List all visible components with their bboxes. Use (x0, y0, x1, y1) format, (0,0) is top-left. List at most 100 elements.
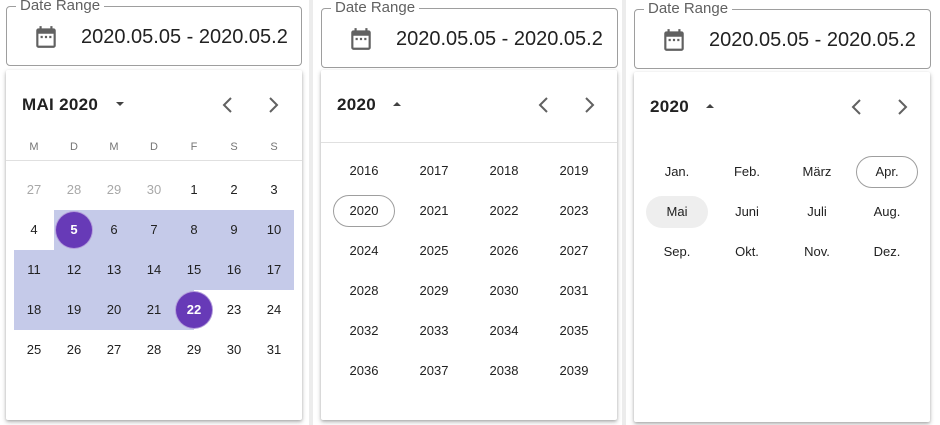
day-cell[interactable]: 28 (134, 330, 174, 370)
selected-day[interactable]: 5 (56, 212, 92, 248)
caret-up-icon[interactable] (705, 102, 715, 110)
selected-month[interactable]: Mai (646, 196, 708, 228)
day-cell[interactable]: 16 (214, 250, 254, 290)
day-cell[interactable]: 10 (254, 210, 294, 250)
calendar-icon[interactable] (661, 27, 687, 53)
year-cell[interactable]: 2021 (403, 195, 465, 227)
day-cell[interactable]: 12 (54, 250, 94, 290)
day-cell[interactable]: 20 (94, 290, 134, 330)
chevron-left-icon[interactable] (532, 93, 556, 117)
day-cell[interactable]: 28 (54, 170, 94, 210)
year-cell[interactable]: 2033 (403, 315, 465, 347)
date-range-field[interactable]: Date Range 2020.05.05 - 2020.05.2 (634, 0, 931, 69)
weekday-label: F (190, 141, 198, 153)
year-title[interactable]: 2020 (650, 96, 689, 118)
year-cell[interactable]: 2025 (403, 235, 465, 267)
day-cell[interactable]: 23 (214, 290, 254, 330)
day-cell[interactable]: 27 (14, 170, 54, 210)
calendar-header: 2020 (321, 70, 617, 143)
year-cell[interactable]: 2022 (473, 195, 535, 227)
chevron-left-icon[interactable] (216, 93, 240, 117)
year-cell[interactable]: 2026 (473, 235, 535, 267)
selected-year[interactable]: 2020 (333, 195, 395, 227)
current-month[interactable]: Apr. (856, 156, 918, 188)
month-cell[interactable]: Sep. (646, 236, 708, 268)
year-cell[interactable]: 2016 (333, 155, 395, 187)
day-cell[interactable]: 31 (254, 330, 294, 370)
year-cell[interactable]: 2027 (543, 235, 605, 267)
year-cell[interactable]: 2017 (403, 155, 465, 187)
year-cell[interactable]: 2024 (333, 235, 395, 267)
weekday-label: S (230, 141, 238, 153)
chevron-right-icon[interactable] (577, 93, 601, 117)
month-cell[interactable]: Juni (716, 196, 778, 228)
calendar-icon[interactable] (33, 24, 59, 50)
month-year-title[interactable]: MAI 2020 (22, 94, 98, 116)
year-title[interactable]: 2020 (337, 94, 376, 116)
day-cell[interactable]: 26 (54, 330, 94, 370)
day-cell[interactable]: 19 (54, 290, 94, 330)
calendar-month-popup: 2020 Jan. Feb. März Apr. Mai Juni Juli Aug. Sep.… (634, 72, 930, 422)
year-cell[interactable]: 2030 (473, 275, 535, 307)
calendar-day-popup: MAI 2020 MDMDFSS 27 28 29 30 1 2 3 4 5 6 7 8 9 10 11 12… (6, 70, 302, 420)
day-cell[interactable]: 29 (94, 170, 134, 210)
day-cell[interactable]: 27 (94, 330, 134, 370)
year-cell[interactable]: 2034 (473, 315, 535, 347)
date-range-field[interactable]: Date Range 2020.05.05 - 2020.05.2 (321, 0, 618, 68)
day-cell[interactable]: 15 (174, 250, 214, 290)
calendar-icon[interactable] (348, 26, 374, 52)
day-cell[interactable]: 6 (94, 210, 134, 250)
day-cell[interactable]: 29 (174, 330, 214, 370)
year-cell[interactable]: 2029 (403, 275, 465, 307)
date-range-value[interactable]: 2020.05.05 - 2020.05.2 (81, 24, 288, 50)
date-range-field[interactable]: Date Range 2020.05.05 - 2020.05.2 (6, 0, 302, 66)
day-cell[interactable]: 14 (134, 250, 174, 290)
calendar-year-popup: 2020 2016 2017 2018 2019 2020 2021 2022 2023 202… (321, 70, 617, 420)
day-cell[interactable]: 18 (14, 290, 54, 330)
month-cell[interactable]: Aug. (856, 196, 918, 228)
date-range-label: Date Range (16, 0, 105, 15)
year-cell[interactable]: 2039 (543, 355, 605, 387)
month-cell[interactable]: Nov. (786, 236, 848, 268)
caret-up-icon[interactable] (392, 100, 402, 108)
date-range-value[interactable]: 2020.05.05 - 2020.05.2 (709, 27, 916, 53)
year-cell[interactable]: 2031 (543, 275, 605, 307)
chevron-left-icon[interactable] (845, 95, 869, 119)
year-cell[interactable]: 2018 (473, 155, 535, 187)
year-cell[interactable]: 2036 (333, 355, 395, 387)
month-cell[interactable]: Dez. (856, 236, 918, 268)
day-cell[interactable]: 17 (254, 250, 294, 290)
day-cell[interactable]: 1 (174, 170, 214, 210)
day-cell[interactable]: 30 (214, 330, 254, 370)
month-cell[interactable]: Jan. (646, 156, 708, 188)
day-cell[interactable]: 9 (214, 210, 254, 250)
caret-down-icon[interactable] (115, 100, 125, 108)
month-cell[interactable]: Okt. (716, 236, 778, 268)
selected-day[interactable]: 22 (176, 292, 212, 328)
day-cell[interactable]: 21 (134, 290, 174, 330)
year-cell[interactable]: 2028 (333, 275, 395, 307)
day-cell[interactable]: 24 (254, 290, 294, 330)
day-cell[interactable]: 30 (134, 170, 174, 210)
day-cell[interactable]: 3 (254, 170, 294, 210)
day-cell[interactable]: 8 (174, 210, 214, 250)
day-cell[interactable]: 7 (134, 210, 174, 250)
month-cell[interactable]: Feb. (716, 156, 778, 188)
day-cell[interactable]: 4 (14, 210, 54, 250)
year-cell[interactable]: 2023 (543, 195, 605, 227)
month-cell[interactable]: März (786, 156, 848, 188)
year-cell[interactable]: 2035 (543, 315, 605, 347)
year-cell[interactable]: 2038 (473, 355, 535, 387)
day-cell[interactable]: 2 (214, 170, 254, 210)
year-cell[interactable]: 2032 (333, 315, 395, 347)
weekday-divider (6, 160, 302, 161)
date-range-value[interactable]: 2020.05.05 - 2020.05.2 (396, 26, 603, 52)
day-cell[interactable]: 13 (94, 250, 134, 290)
chevron-right-icon[interactable] (890, 95, 914, 119)
day-cell[interactable]: 11 (14, 250, 54, 290)
year-cell[interactable]: 2019 (543, 155, 605, 187)
month-cell[interactable]: Juli (786, 196, 848, 228)
year-cell[interactable]: 2037 (403, 355, 465, 387)
day-cell[interactable]: 25 (14, 330, 54, 370)
chevron-right-icon[interactable] (261, 93, 285, 117)
